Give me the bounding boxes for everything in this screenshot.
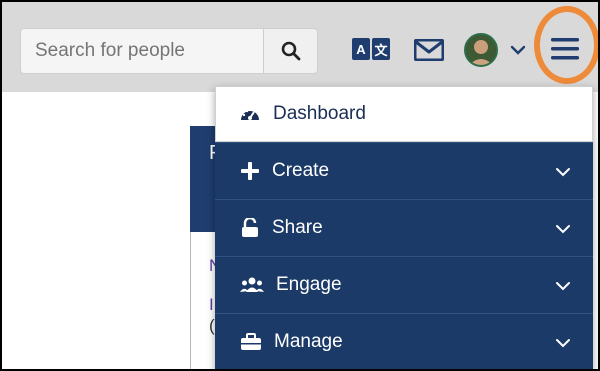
menu-item-label: Manage [274,331,343,352]
translate-icon[interactable]: A文 [352,38,390,62]
menu-item-share[interactable]: Share [215,199,593,256]
menu-item-manage[interactable]: Manage [215,313,593,369]
app-window: A文 F N I ( [0,0,600,371]
avatar-image [466,35,496,65]
envelope-icon[interactable] [414,39,444,61]
chevron-down-icon[interactable] [555,337,571,349]
background-text-fragment: ( [209,316,215,335]
users-icon [240,277,264,292]
chevron-down-icon[interactable] [555,223,571,235]
menu-item-label: Dashboard [273,103,366,124]
unlock-icon [242,218,258,237]
hamburger-menu-icon[interactable] [549,35,581,63]
search-button[interactable] [264,28,318,74]
dashboard-gauge-icon [241,108,259,120]
chevron-down-icon[interactable] [555,166,571,178]
briefcase-icon [241,333,261,350]
chevron-down-icon[interactable] [555,280,571,292]
menu-item-dashboard[interactable]: Dashboard [215,86,593,142]
menu-item-create[interactable]: Create [215,142,593,199]
chevron-down-icon[interactable] [510,44,526,56]
background-link-fragment: I [209,295,214,314]
search-input[interactable] [20,28,264,74]
user-avatar[interactable] [464,33,498,67]
menu-item-label: Create [272,160,330,181]
menu-item-engage[interactable]: Engage [215,256,593,313]
menu-item-label: Engage [276,274,342,295]
search-icon [281,41,300,61]
menu-item-label: Share [272,217,323,238]
navigation-dropdown-menu: Dashboard Create Share Engage Manage [215,86,593,369]
plus-icon [241,162,259,180]
